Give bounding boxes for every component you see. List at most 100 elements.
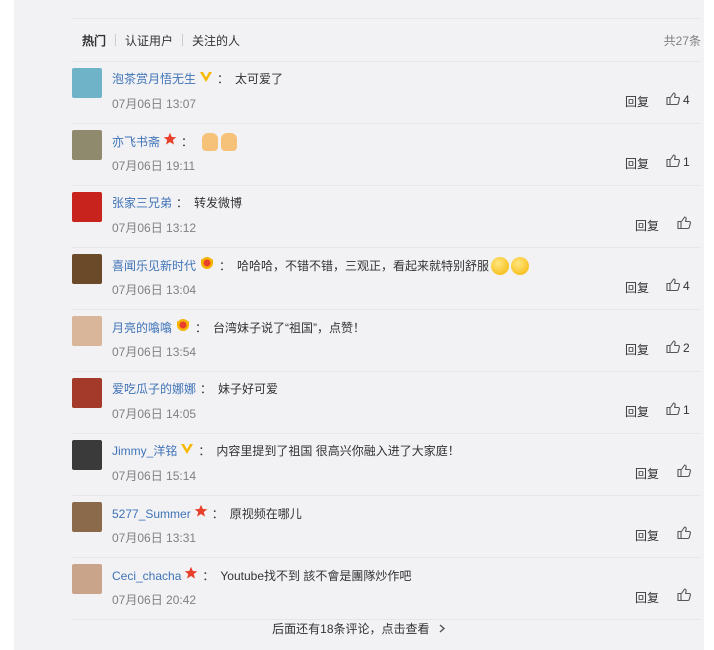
comment-item: 张家三兄弟 ： 转发微博 07月06日 13:12 回复 — [72, 186, 701, 248]
reply-button[interactable]: 回复 — [625, 279, 649, 296]
gold-badge-icon — [199, 256, 215, 275]
comment-section: 热门 认证用户 关注的人 共27条 泡茶赏月悟无生 ： 太可爱了 07月06日 … — [72, 18, 701, 620]
comment-item: 5277_Summer ： 原视频在哪儿 07月06日 13:31 回复 — [72, 496, 701, 558]
comment-time: 07月06日 13:31 — [112, 531, 197, 545]
thumbs-up-icon — [666, 154, 680, 170]
tab-divider — [115, 34, 117, 46]
like-count: 4 — [683, 279, 690, 293]
thumbs-up-icon — [677, 588, 691, 604]
comment-line: 张家三兄弟 ： 转发微博 — [112, 194, 242, 212]
like-count: 1 — [683, 155, 690, 169]
colon-separator: ： — [176, 196, 189, 210]
comment-text: 转发微博 — [194, 196, 243, 210]
comment-username[interactable]: 月亮的噏噏 — [112, 319, 172, 337]
thumbs-up-icon — [666, 92, 680, 108]
avatar[interactable] — [72, 68, 102, 98]
ok-hand-emoji-icon — [202, 132, 219, 151]
comment-item: 爱吃瓜子的娜娜 ： 妹子好可爱 07月06日 14:05 回复 1 — [72, 372, 701, 434]
thumbs-up-emoji-icon — [221, 132, 238, 151]
comment-text: 哈哈哈，不错不错，三观正，看起来就特别舒服 — [237, 258, 490, 273]
comment-username[interactable]: Ceci_chacha — [112, 567, 181, 585]
comment-time: 07月06日 13:12 — [112, 221, 197, 235]
like-button[interactable]: 1 — [666, 402, 691, 418]
comment-text: 内容里提到了祖国 很高兴你融入进了大家庭！ — [216, 444, 460, 458]
thumbs-up-icon — [677, 216, 691, 232]
tab-verified-users[interactable]: 认证用户 — [125, 32, 173, 49]
vip-v-icon — [180, 442, 194, 460]
comment-time: 07月06日 14:05 — [112, 407, 197, 421]
comment-line: 喜闻乐见新时代 ： 哈哈哈，不错不错，三观正，看起来就特别舒服 — [112, 256, 530, 275]
like-button[interactable]: 1 — [666, 154, 691, 170]
comment-username[interactable]: 5277_Summer — [112, 505, 191, 523]
comment-item: 泡茶赏月悟无生 ： 太可爱了 07月06日 13:07 回复 4 — [72, 62, 701, 124]
comment-item: 月亮的噏噏 ： 台湾妹子说了“祖国”，点赞！ 07月06日 13:54 回复 2 — [72, 310, 701, 372]
tab-following[interactable]: 关注的人 — [192, 32, 240, 49]
comment-text: 太可爱了 — [235, 72, 284, 86]
comment-time: 07月06日 19:11 — [112, 159, 196, 173]
avatar[interactable] — [72, 564, 102, 594]
comment-time: 07月06日 20:42 — [112, 593, 197, 607]
gold-badge-icon — [175, 318, 191, 337]
reply-button[interactable]: 回复 — [635, 527, 659, 544]
reply-button[interactable]: 回复 — [635, 589, 659, 606]
reply-button[interactable]: 回复 — [635, 465, 659, 482]
comment-line: 亦飞书斋 ： — [112, 132, 238, 151]
comment-username[interactable]: 喜闻乐见新时代 — [112, 257, 196, 275]
colon-separator: ： — [181, 134, 194, 149]
avatar[interactable] — [72, 192, 102, 222]
comment-item: 亦飞书斋 ： 07月06日 19:11 回复 1 — [72, 124, 701, 186]
colon-separator: ： — [195, 320, 208, 335]
comment-line: Ceci_chacha ： Youtube找不到 該不會是團隊炒作吧 — [112, 566, 411, 585]
reply-button[interactable]: 回复 — [625, 155, 649, 172]
star-badge-icon — [194, 504, 208, 523]
comment-username[interactable]: 泡茶赏月悟无生 — [112, 70, 196, 88]
like-button[interactable] — [677, 216, 691, 232]
avatar[interactable] — [72, 440, 102, 470]
reply-button[interactable]: 回复 — [625, 341, 649, 358]
colon-separator: ： — [217, 72, 230, 86]
load-more-label: 后面还有18条评论，点击查看 — [272, 622, 430, 636]
comment-username[interactable]: 爱吃瓜子的娜娜 — [112, 380, 196, 398]
thumbs-up-icon — [677, 526, 691, 542]
avatar[interactable] — [72, 316, 102, 346]
comment-time: 07月06日 13:07 — [112, 97, 197, 111]
like-button[interactable]: 4 — [666, 92, 691, 108]
avatar[interactable] — [72, 130, 102, 160]
comment-username[interactable]: 张家三兄弟 — [112, 194, 172, 212]
like-button[interactable] — [677, 588, 691, 604]
comment-text: 妹子好可爱 — [218, 382, 279, 396]
star-badge-icon — [163, 132, 177, 151]
avatar[interactable] — [72, 378, 102, 408]
smile-emoji-icon — [511, 256, 530, 275]
reply-button[interactable]: 回复 — [625, 93, 649, 110]
like-button[interactable] — [677, 526, 691, 542]
like-button[interactable]: 2 — [666, 340, 691, 356]
comment-line: 爱吃瓜子的娜娜 ： 妹子好可爱 — [112, 380, 278, 398]
comment-text: 台湾妹子说了“祖国”，点赞！ — [213, 320, 366, 335]
like-button[interactable] — [677, 464, 691, 480]
avatar[interactable] — [72, 502, 102, 532]
comment-item: Ceci_chacha ： Youtube找不到 該不會是團隊炒作吧 07月06… — [72, 558, 701, 620]
star-badge-icon — [184, 566, 198, 585]
colon-separator: ： — [198, 444, 211, 458]
comment-line: 泡茶赏月悟无生 ： 太可爱了 — [112, 70, 283, 88]
comment-line: 5277_Summer ： 原视频在哪儿 — [112, 504, 302, 523]
comment-username[interactable]: Jimmy_洋铭 — [112, 442, 177, 460]
load-more-comments-link[interactable]: 后面还有18条评论，点击查看 — [14, 620, 704, 637]
reply-button[interactable]: 回复 — [635, 217, 659, 234]
like-count: 2 — [683, 341, 690, 355]
comment-item: 喜闻乐见新时代 ： 哈哈哈，不错不错，三观正，看起来就特别舒服 07月06日 1… — [72, 248, 701, 310]
colon-separator: ： — [200, 382, 213, 396]
like-button[interactable]: 4 — [666, 278, 691, 294]
like-count: 1 — [683, 403, 690, 417]
tab-divider — [182, 34, 184, 46]
tab-hot[interactable]: 热门 — [82, 32, 106, 49]
comment-line: Jimmy_洋铭 ： 内容里提到了祖国 很高兴你融入进了大家庭！ — [112, 442, 460, 460]
comment-username[interactable]: 亦飞书斋 — [112, 133, 160, 151]
reply-button[interactable]: 回复 — [625, 403, 649, 420]
comment-total-count: 共27条 — [663, 33, 701, 48]
avatar[interactable] — [72, 254, 102, 284]
comment-item: Jimmy_洋铭 ： 内容里提到了祖国 很高兴你融入进了大家庭！ 07月06日 … — [72, 434, 701, 496]
thumbs-up-icon — [666, 402, 680, 418]
comment-line: 月亮的噏噏 ： 台湾妹子说了“祖国”，点赞！ — [112, 318, 365, 337]
